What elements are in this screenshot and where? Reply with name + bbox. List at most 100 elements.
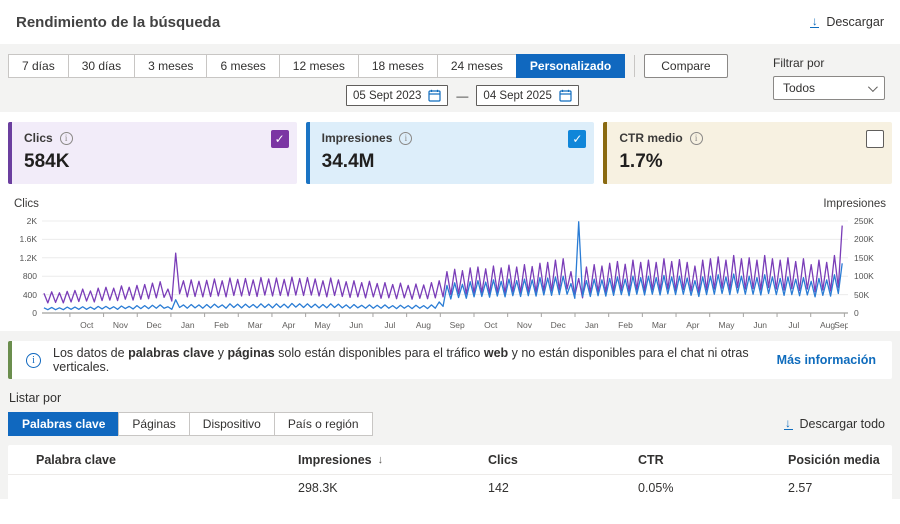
svg-text:Jun: Jun: [349, 320, 363, 330]
svg-text:Jun: Jun: [753, 320, 767, 330]
ctr-card-title: CTR medio: [619, 131, 683, 145]
col-header-position[interactable]: Posición media: [788, 453, 892, 467]
date-to-value: 04 Sept 2025: [483, 89, 552, 102]
range-tab-18-meses[interactable]: 18 meses: [357, 54, 438, 78]
left-axis-ticks: 2K 1.6K 1.2K 800 400 0: [19, 216, 38, 318]
date-from-input[interactable]: 05 Sept 2023: [346, 85, 449, 106]
info-banner: Los datos de palabras clave y páginas so…: [8, 341, 892, 379]
svg-text:Dec: Dec: [551, 320, 567, 330]
ctr-checkbox[interactable]: [866, 130, 885, 148]
svg-text:Apr: Apr: [686, 320, 699, 330]
clicks-card-label: Clics: [24, 131, 287, 145]
svg-text:Oct: Oct: [484, 320, 498, 330]
info-icon[interactable]: [399, 131, 413, 145]
right-axis-ticks: 250K 200K 150K 100K 50K 0: [854, 216, 874, 318]
banner-text: Los datos de palabras clave y páginas so…: [53, 346, 749, 374]
details-section: Los datos de palabras clave y páginas so…: [0, 331, 900, 499]
left-axis-title: Clics: [14, 198, 39, 210]
date-from-value: 05 Sept 2023: [353, 89, 422, 102]
range-tabs: 7 días 30 días 3 meses 6 meses 12 meses …: [8, 54, 900, 78]
tab-palabras-clave[interactable]: Palabras clave: [8, 412, 120, 436]
filter-label: Filtrar por: [773, 56, 825, 70]
filter-selected-value: Todos: [783, 81, 816, 95]
info-icon[interactable]: [59, 131, 73, 145]
svg-text:May: May: [314, 320, 331, 330]
date-to-input[interactable]: 04 Sept 2025: [476, 85, 579, 106]
metric-cards: Clics 584K ✓ Impresiones 34.4M ✓ CTR med…: [0, 112, 900, 192]
chevron-down-icon: [867, 81, 878, 92]
clicks-checkbox[interactable]: ✓: [270, 130, 289, 148]
keywords-table: Palabra clave Impresiones Clics CTR Posi…: [8, 445, 892, 499]
table-header-row: Palabra clave Impresiones Clics CTR Posi…: [8, 445, 892, 475]
range-tab-30-dias[interactable]: 30 días: [67, 54, 136, 78]
table-row[interactable]: 298.3K 142 0.05% 2.57: [8, 475, 892, 499]
clicks-card: Clics 584K ✓: [8, 122, 297, 184]
page-header: Rendimiento de la búsqueda Descargar: [0, 0, 900, 44]
svg-text:Aug: Aug: [820, 320, 835, 330]
calendar-icon: [559, 89, 572, 102]
search-performance-page: Rendimiento de la búsqueda Descargar 7 d…: [0, 0, 900, 524]
impressions-card-label: Impresiones: [322, 131, 585, 145]
impressions-checkbox[interactable]: ✓: [568, 130, 587, 148]
ctr-card: CTR medio 1.7%: [603, 122, 893, 184]
col-header-ctr[interactable]: CTR: [638, 453, 788, 467]
sort-desc-icon: [378, 454, 384, 466]
range-tab-personalizado[interactable]: Personalizado: [515, 54, 626, 78]
impressions-card: Impresiones 34.4M ✓: [305, 122, 595, 184]
range-tab-24-meses[interactable]: 24 meses: [436, 54, 517, 78]
col-header-impressions[interactable]: Impresiones: [298, 453, 488, 467]
download-label: Descargar: [826, 15, 884, 29]
more-info-link[interactable]: Más información: [777, 353, 876, 367]
calendar-icon: [428, 89, 442, 102]
tab-paginas[interactable]: Páginas: [118, 412, 190, 436]
download-icon: [810, 17, 819, 28]
range-tab-7-dias[interactable]: 7 días: [8, 54, 69, 78]
info-icon: [26, 352, 41, 368]
ctr-card-label: CTR medio: [619, 131, 882, 145]
performance-chart: Clics Impresiones 2K 1.6K 1.2K 800 400 0 Oct N…: [0, 192, 900, 331]
svg-text:Nov: Nov: [113, 320, 129, 330]
info-icon[interactable]: [689, 131, 703, 145]
clicks-card-value: 584K: [24, 151, 70, 172]
svg-text:Nov: Nov: [517, 320, 533, 330]
tab-dispositivo[interactable]: Dispositivo: [188, 412, 275, 436]
svg-text:Aug: Aug: [416, 320, 431, 330]
col-header-clicks[interactable]: Clics: [488, 453, 638, 467]
cell-ctr: 0.05%: [638, 481, 674, 495]
chart-body: 2K 1.6K 1.2K 800 400 0 Oct Nov Dec Jan Feb Mar Apr M…: [14, 216, 886, 331]
tab-pais-o-region[interactable]: País o región: [273, 412, 373, 436]
col-header-keyword[interactable]: Palabra clave: [8, 453, 298, 467]
compare-button[interactable]: Compare: [644, 54, 728, 78]
svg-text:Jul: Jul: [788, 320, 799, 330]
filter-select[interactable]: Todos: [773, 76, 885, 100]
clicks-card-title: Clics: [24, 131, 53, 145]
impressions-card-title: Impresiones: [321, 131, 393, 145]
date-range-toolbar: 7 días 30 días 3 meses 6 meses 12 meses …: [0, 44, 900, 112]
range-tab-12-meses[interactable]: 12 meses: [278, 54, 359, 78]
svg-text:Feb: Feb: [618, 320, 633, 330]
filter-block: Filtrar por Todos: [773, 56, 885, 100]
cell-clicks: 142: [488, 481, 509, 495]
right-axis-title: Impresiones: [823, 198, 886, 210]
svg-text:Feb: Feb: [214, 320, 229, 330]
download-icon: [784, 419, 793, 430]
svg-text:Sep: Sep: [834, 320, 848, 330]
col-header-impressions-label: Impresiones: [298, 452, 372, 467]
svg-text:Mar: Mar: [652, 320, 667, 330]
download-all-link[interactable]: Descargar todo: [784, 417, 885, 431]
impressions-card-value: 34.4M: [321, 151, 375, 172]
date-range-separator: —: [456, 88, 469, 103]
range-tab-3-meses[interactable]: 3 meses: [134, 54, 208, 78]
range-tab-6-meses[interactable]: 6 meses: [206, 54, 280, 78]
download-link[interactable]: Descargar: [810, 15, 884, 29]
cell-position: 2.57: [788, 481, 813, 495]
chart-axis-titles: Clics Impresiones: [14, 198, 886, 210]
svg-text:Apr: Apr: [282, 320, 295, 330]
svg-text:May: May: [718, 320, 735, 330]
chart-plot: Oct Nov Dec Jan Feb Mar Apr May Jun Jul Aug Sep Oct N…: [42, 220, 848, 330]
svg-text:Oct: Oct: [80, 320, 94, 330]
svg-text:Jul: Jul: [384, 320, 395, 330]
page-title: Rendimiento de la búsqueda: [16, 13, 221, 31]
list-by-label: Listar por: [9, 391, 62, 405]
svg-text:Jan: Jan: [181, 320, 195, 330]
